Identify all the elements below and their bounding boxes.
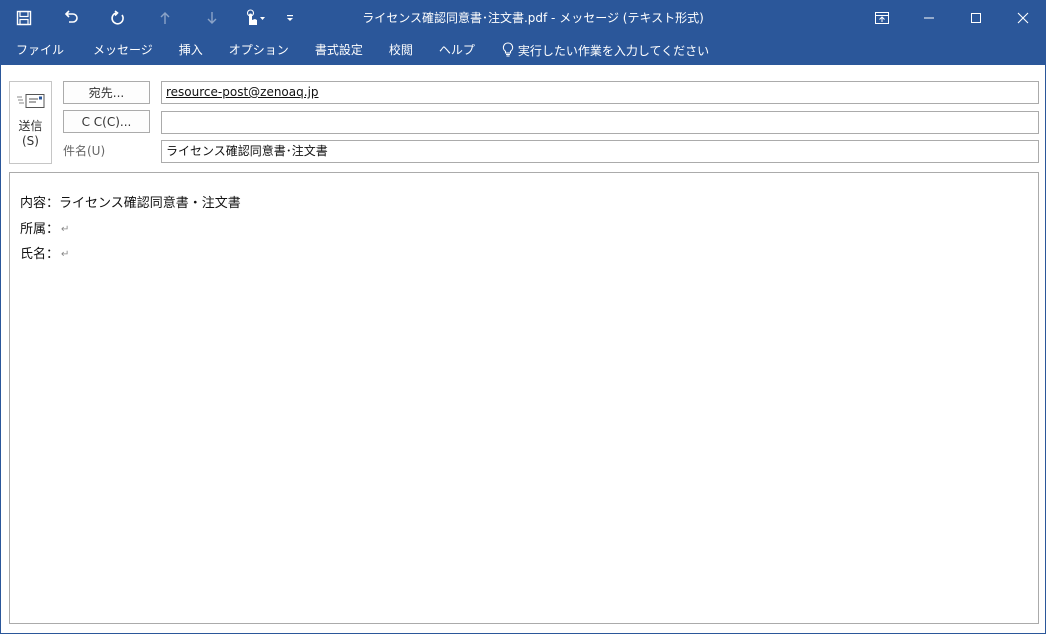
to-field[interactable]: resource-post@zenoaq.jp	[161, 81, 1039, 104]
touch-mode-icon[interactable]	[235, 0, 275, 36]
ribbon-display-options-icon[interactable]	[858, 0, 905, 36]
window-controls	[858, 0, 1046, 36]
send-label: 送信 (S)	[18, 119, 43, 148]
message-body[interactable]: 内容：ライセンス確認同意書・注文書 所属： ↵ 氏名： ↵	[9, 172, 1039, 624]
maximize-icon[interactable]	[952, 0, 999, 36]
tab-format-text[interactable]: 書式設定	[302, 36, 376, 65]
subject-field[interactable]: ライセンス確認同意書･注文書	[161, 140, 1039, 163]
tell-me-label: 実行したい作業を入力してください	[517, 44, 710, 58]
line-break-mark: ↵	[61, 223, 70, 235]
body-line: 氏名： ↵	[20, 242, 1028, 268]
tab-message[interactable]: メッセージ	[80, 36, 166, 65]
tab-help[interactable]: ヘルプ	[426, 36, 488, 65]
body-line: 内容：ライセンス確認同意書・注文書	[20, 196, 241, 211]
compose-area: 送信 (S) 宛先... resource-post@zenoaq.jp C C…	[0, 65, 1046, 634]
previous-item-icon[interactable]	[141, 0, 188, 36]
tab-options[interactable]: オプション	[216, 36, 302, 65]
tab-insert[interactable]: 挿入	[166, 36, 216, 65]
cc-button[interactable]: C C(C)...	[63, 110, 150, 133]
title-bar: ライセンス確認同意書･注文書.pdf - メッセージ (テキスト形式)	[0, 0, 1046, 36]
undo-icon[interactable]	[47, 0, 94, 36]
tab-review[interactable]: 校閲	[376, 36, 426, 65]
ribbon-tab-bar: ファイル メッセージ 挿入 オプション 書式設定 校閲 ヘルプ 実行したい作業を…	[0, 36, 1046, 65]
tell-me-search[interactable]: 実行したい作業を入力してください	[488, 41, 710, 60]
next-item-icon[interactable]	[188, 0, 235, 36]
send-envelope-icon	[16, 92, 46, 113]
quick-access-toolbar	[0, 0, 305, 36]
line-break-mark: ↵	[61, 249, 70, 260]
minimize-icon[interactable]	[905, 0, 952, 36]
recipient-address[interactable]: resource-post@zenoaq.jp	[166, 85, 319, 99]
redo-icon[interactable]	[94, 0, 141, 36]
cc-field[interactable]	[161, 111, 1039, 134]
subject-label: 件名(U)	[63, 144, 106, 158]
send-button[interactable]: 送信 (S)	[9, 81, 52, 164]
body-line: 所属： ↵	[20, 217, 1028, 243]
tab-file[interactable]: ファイル	[0, 36, 80, 65]
close-icon[interactable]	[999, 0, 1046, 36]
to-button[interactable]: 宛先...	[63, 81, 150, 104]
save-icon[interactable]	[0, 0, 47, 36]
lightbulb-icon	[502, 41, 514, 60]
customize-toolbar-icon[interactable]	[275, 0, 305, 36]
